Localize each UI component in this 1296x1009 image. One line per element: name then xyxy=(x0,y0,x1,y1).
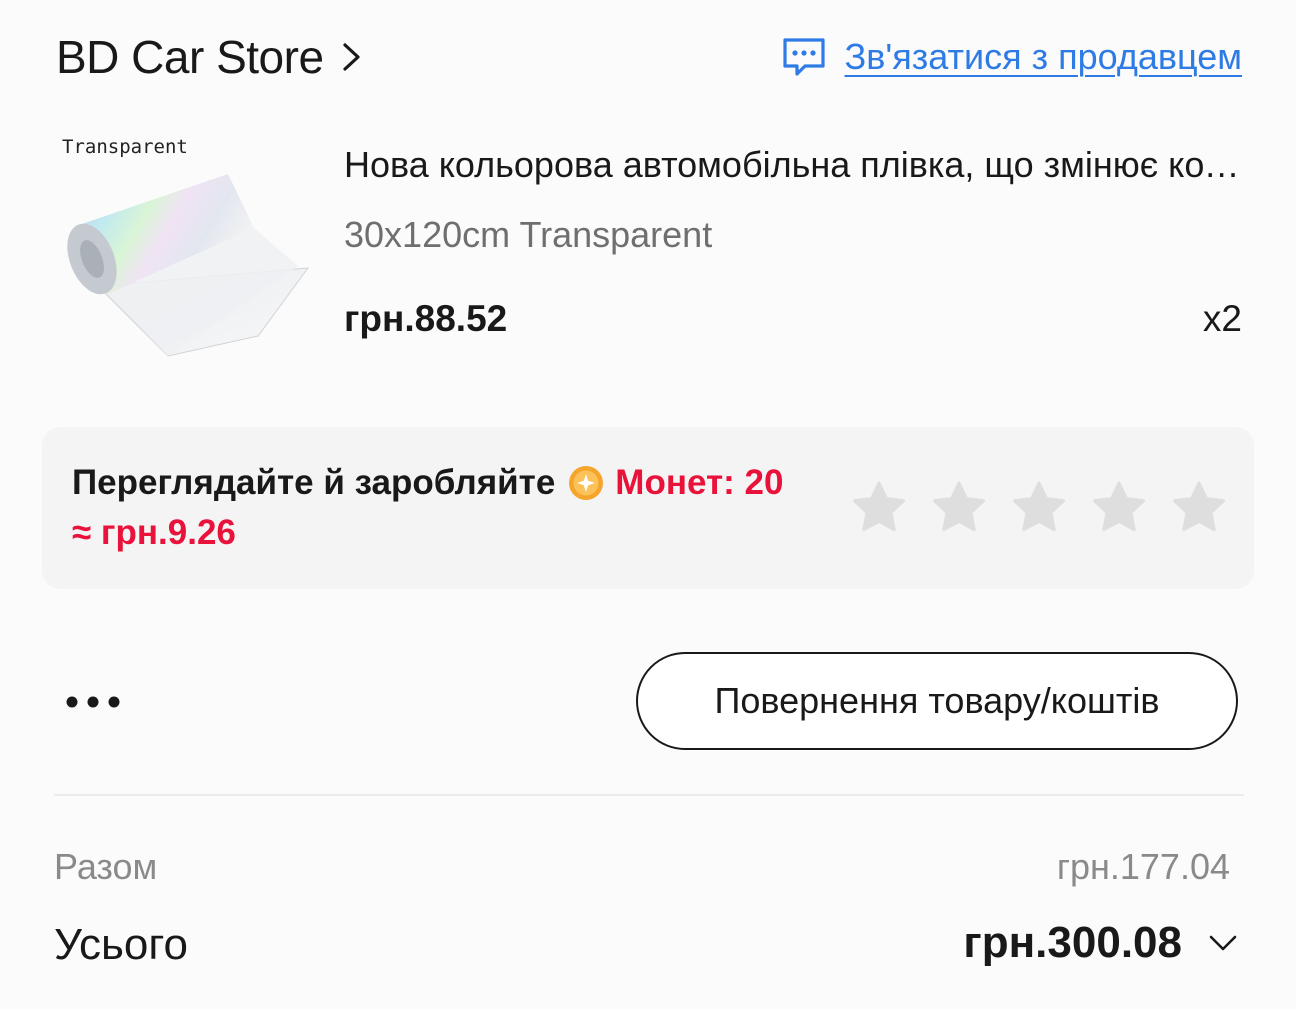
divider xyxy=(54,794,1244,796)
product-quantity: x2 xyxy=(1202,298,1242,339)
total-label: Усього xyxy=(54,920,188,969)
product-image-caption: Transparent xyxy=(62,136,188,158)
contact-seller-label: Зв'язатися з продавцем xyxy=(844,36,1242,77)
coin-icon xyxy=(567,464,605,502)
total-value: грн.300.08 xyxy=(963,918,1182,967)
earn-text: Переглядайте й заробляйте xyxy=(72,463,556,502)
earn-message: Переглядайте й заробляйте Монет: 20 xyxy=(72,463,783,503)
review-earn-banner[interactable]: Переглядайте й заробляйте Монет: 20 ≈ гр… xyxy=(42,427,1254,589)
product-price: грн.88.52 xyxy=(344,298,508,339)
store-name: BD Car Store xyxy=(56,31,324,83)
order-item-card: BD Car Store Зв'язатися з продавцем Tran… xyxy=(0,0,1296,1009)
total-expand-toggle[interactable]: грн.300.08 xyxy=(963,918,1240,968)
product-title[interactable]: Нова кольорова автомобільна плівка, що з… xyxy=(344,144,1244,186)
film-roll-picture xyxy=(67,174,310,357)
coins-value: ≈ грн.9.26 xyxy=(72,513,236,552)
return-refund-button[interactable]: Повернення товару/коштів xyxy=(636,652,1238,750)
star-icon[interactable] xyxy=(1010,479,1068,537)
subtotal-value: грн.177.04 xyxy=(1056,846,1230,887)
star-icon[interactable] xyxy=(1090,479,1148,537)
chevron-right-icon xyxy=(338,39,366,75)
rating-stars xyxy=(850,479,1228,537)
chevron-down-icon xyxy=(1206,932,1240,954)
star-icon[interactable] xyxy=(930,479,988,537)
product-variant: 30x120cm Transparent xyxy=(344,214,713,255)
more-dots-icon[interactable] xyxy=(62,690,126,714)
subtotal-label: Разом xyxy=(54,846,158,887)
contact-seller-link[interactable]: Зв'язатися з продавцем xyxy=(781,36,1242,78)
chat-bubble-icon xyxy=(781,36,827,78)
star-icon[interactable] xyxy=(1170,479,1228,537)
star-icon[interactable] xyxy=(850,479,908,537)
coins-amount: Монет: 20 xyxy=(615,463,784,502)
product-image[interactable]: Transparent xyxy=(58,132,320,372)
store-link[interactable]: BD Car Store xyxy=(56,30,366,84)
